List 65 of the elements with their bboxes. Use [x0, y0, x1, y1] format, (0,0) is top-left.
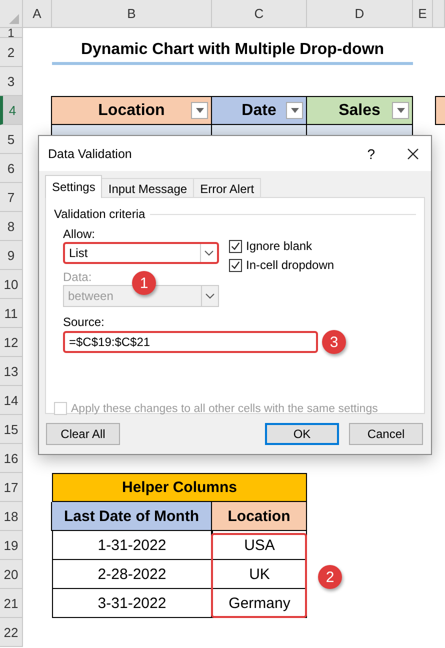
row-header[interactable]: 4 — [0, 96, 23, 125]
dialog-button[interactable]: Cancel — [349, 423, 423, 445]
help-button[interactable]: ? — [367, 146, 375, 162]
callout-badge: 2 — [318, 565, 342, 589]
tab[interactable]: Input Message — [101, 178, 194, 198]
dialog-title: Data Validation — [48, 146, 133, 160]
header-cell: Sales — [306, 96, 413, 125]
row-header[interactable]: 7 — [0, 183, 23, 212]
row-header[interactable]: 11 — [0, 299, 23, 328]
table-cell: 2-28-2022 — [52, 560, 212, 589]
allow-dropdown[interactable]: List — [63, 242, 219, 264]
triangle-icon — [9, 14, 19, 24]
checkbox-label: Ignore blank — [246, 239, 312, 253]
row-header[interactable]: 13 — [0, 357, 23, 386]
column-header[interactable]: D — [307, 0, 413, 28]
filter-dropdown-icon[interactable] — [191, 102, 208, 119]
table-cell — [435, 96, 445, 125]
row-header[interactable]: 16 — [0, 444, 23, 473]
tab[interactable]: Settings — [45, 175, 102, 198]
filter-dropdown-icon[interactable] — [286, 102, 303, 119]
source-field[interactable]: =$C$19:$C$21 — [63, 331, 318, 353]
field-label: Source: — [63, 315, 104, 329]
row-header[interactable]: 6 — [0, 154, 23, 183]
callout-badge: 3 — [322, 330, 346, 354]
tab[interactable]: Error Alert — [193, 178, 262, 198]
row-header[interactable]: 20 — [0, 560, 23, 589]
checkbox-label: In-cell dropdown — [246, 258, 334, 272]
table-cell: 3-31-2022 — [52, 589, 212, 618]
row-header[interactable]: 22 — [0, 618, 23, 647]
sheet-title: Dynamic Chart with Multiple Drop-down — [80, 41, 384, 59]
column-header[interactable]: C — [212, 0, 307, 28]
row-header[interactable]: 15 — [0, 415, 23, 444]
checkbox[interactable] — [229, 240, 242, 252]
checkbox-label: Apply these changes to all other cells with the same settings — [71, 402, 378, 414]
header-cell: Location — [211, 502, 307, 531]
header-cell: Date — [211, 96, 307, 125]
header-cell: Last Date of Month — [51, 502, 212, 531]
row-header[interactable]: 19 — [0, 531, 23, 560]
field-label: Allow: — [63, 227, 96, 241]
table-cell: USA — [212, 531, 307, 560]
column-header[interactable]: E — [413, 0, 433, 28]
checkbox[interactable] — [229, 258, 242, 272]
row-header[interactable]: 21 — [0, 589, 23, 618]
dialog-button[interactable]: Clear All — [46, 423, 120, 445]
column-header[interactable]: A — [23, 0, 52, 28]
close-icon[interactable] — [407, 148, 419, 160]
row-header[interactable]: 5 — [0, 125, 23, 154]
row-header[interactable]: 2 — [0, 38, 23, 67]
filter-dropdown-icon[interactable] — [392, 102, 409, 119]
table-cell: 1-31-2022 — [52, 531, 212, 560]
row-header[interactable]: 14 — [0, 386, 23, 415]
header-cell: Location — [51, 96, 212, 125]
dialog-button[interactable]: OK — [265, 423, 339, 445]
column-header[interactable]: B — [52, 0, 212, 28]
helper-title-cell: Helper Columns — [52, 473, 307, 502]
row-header[interactable]: 1 — [0, 28, 23, 38]
row-header[interactable]: 17 — [0, 473, 23, 502]
row-header[interactable]: 10 — [0, 270, 23, 299]
group-label: Validation criteria — [54, 207, 146, 221]
field-label: Data: — [63, 270, 92, 284]
row-header[interactable]: 12 — [0, 328, 23, 357]
row-header[interactable]: 8 — [0, 212, 23, 241]
row-header[interactable]: 18 — [0, 502, 23, 531]
row-header[interactable]: 3 — [0, 67, 23, 96]
row-header[interactable]: 9 — [0, 241, 23, 270]
